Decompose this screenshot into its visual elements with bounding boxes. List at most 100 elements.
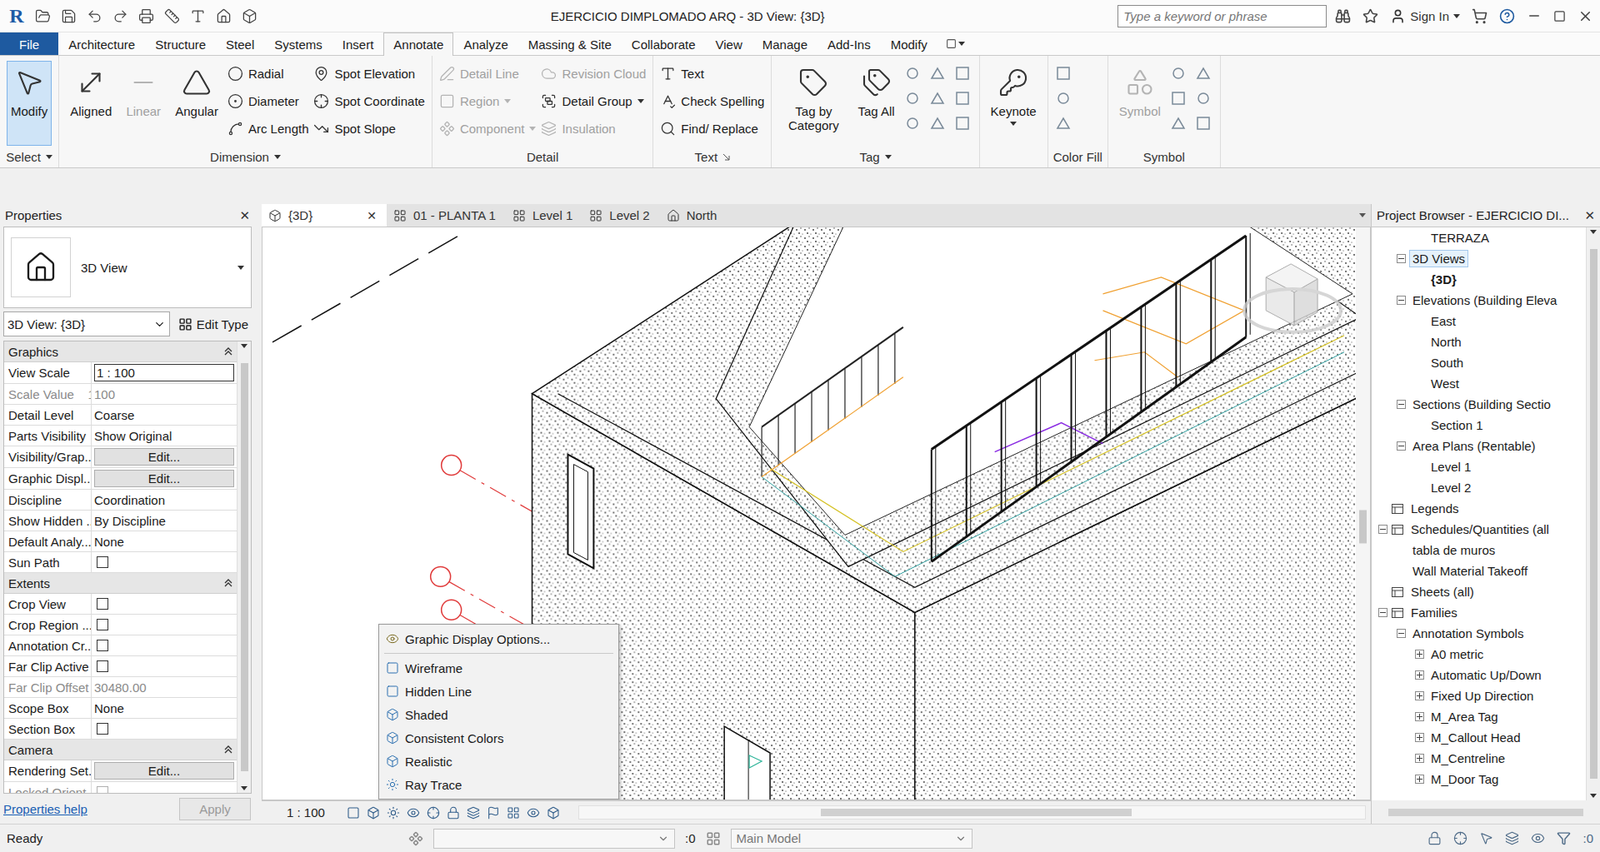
ribbon-big-button[interactable]: Tag by Category — [778, 60, 849, 146]
quick-access-icon[interactable] — [215, 8, 232, 25]
view-control-icon[interactable] — [366, 806, 380, 820]
ribbon-panel-title[interactable]: Select — [0, 145, 59, 168]
ribbon-toggle[interactable] — [937, 32, 974, 55]
property-input[interactable]: 1 : 100 — [94, 364, 235, 382]
ribbon-tab[interactable]: Modify — [880, 32, 938, 55]
selection-icon[interactable] — [1530, 831, 1545, 846]
menu-item[interactable]: Hidden Line — [379, 680, 619, 704]
expander-icon[interactable] — [1415, 733, 1425, 743]
tree-item[interactable]: Wall Material Takeoff — [1371, 560, 1586, 582]
tool-icon[interactable] — [954, 90, 971, 107]
tool-icon[interactable] — [904, 115, 921, 132]
ribbon-tab[interactable]: Analyze — [453, 32, 518, 55]
ribbon-tab[interactable]: Annotate — [383, 32, 454, 56]
view-control-icon[interactable] — [466, 806, 480, 820]
expander-icon[interactable] — [1415, 233, 1425, 243]
minimize-icon[interactable] — [1526, 8, 1542, 24]
tree-item[interactable]: {3D} — [1371, 269, 1586, 290]
menu-item[interactable]: Realistic — [379, 750, 619, 774]
expander-icon[interactable] — [1415, 420, 1425, 430]
close-button[interactable]: ✕ — [239, 208, 250, 224]
design-options-icon[interactable] — [705, 831, 721, 847]
view-tab[interactable]: North — [660, 204, 728, 227]
tree-item[interactable]: Schedules/Quantities (all — [1371, 519, 1586, 540]
design-option-field[interactable]: Main Model — [730, 829, 973, 850]
property-row[interactable]: Locked Orient... — [4, 782, 237, 794]
tool-icon[interactable] — [929, 115, 946, 132]
property-row[interactable]: Far Clip Active — [4, 656, 237, 678]
expander-icon[interactable] — [1415, 650, 1425, 660]
worksets-icon[interactable] — [408, 831, 424, 847]
view-control-icon[interactable] — [486, 806, 500, 820]
tree-item[interactable]: Level 1 — [1371, 456, 1586, 478]
expander-icon[interactable] — [1378, 504, 1388, 514]
checkbox[interactable] — [96, 723, 109, 735]
property-row[interactable]: Section Box — [4, 719, 237, 740]
ribbon-big-button[interactable]: Symbol — [1115, 60, 1165, 146]
tree-item[interactable]: Sheets (all) — [1371, 581, 1586, 603]
tool-icon[interactable] — [1195, 90, 1212, 107]
property-row[interactable]: Crop View — [4, 594, 237, 615]
checkbox[interactable] — [96, 640, 109, 652]
tool-icon[interactable] — [1055, 90, 1072, 107]
ribbon-panel-title[interactable]: Detail — [432, 145, 653, 168]
quick-access-icon[interactable] — [35, 8, 51, 25]
expander-icon[interactable] — [1378, 587, 1388, 597]
ribbon-small-button[interactable]: Text — [660, 60, 765, 86]
expander-icon[interactable] — [1415, 379, 1425, 389]
expander-icon[interactable] — [1396, 545, 1406, 555]
expander-icon[interactable] — [1396, 629, 1406, 639]
property-row[interactable]: Show Hidden ...By Discipline — [4, 510, 237, 532]
tree-item[interactable]: Area Plans (Rentable) — [1371, 435, 1586, 457]
tree-item[interactable]: North — [1371, 331, 1586, 353]
quick-access-icon[interactable] — [241, 8, 258, 25]
property-row[interactable]: Detail LevelCoarse — [4, 405, 237, 426]
quick-access-icon[interactable] — [164, 8, 180, 25]
view-control-icon[interactable] — [446, 806, 460, 820]
menu-item[interactable]: Shaded — [379, 703, 619, 727]
expander-icon[interactable] — [1396, 295, 1406, 305]
ribbon-small-button[interactable]: Spot Coordinate — [313, 88, 425, 114]
property-row[interactable]: Sun Path — [4, 552, 237, 574]
quick-access-icon[interactable] — [86, 8, 103, 25]
ribbon-tab[interactable]: View — [705, 32, 753, 55]
property-row[interactable]: Scope BoxNone — [4, 698, 237, 720]
tree-item[interactable]: TERRAZA — [1371, 227, 1586, 249]
close-tab-button[interactable]: ✕ — [355, 209, 377, 223]
help-icon[interactable] — [1499, 8, 1515, 25]
browser-scrollbar[interactable] — [1371, 800, 1600, 825]
ribbon-panel-title[interactable]: Text — [653, 145, 771, 168]
edit-button[interactable]: Edit... — [94, 762, 235, 780]
expander-icon[interactable] — [1396, 566, 1406, 576]
ribbon-tab[interactable]: Insert — [332, 32, 385, 55]
ribbon-tab[interactable]: Manage — [752, 32, 818, 55]
ribbon-small-button[interactable]: Check Spelling — [660, 88, 765, 114]
view-tab[interactable]: 01 - PLANTA 1 — [386, 204, 506, 227]
app-logo[interactable]: R — [6, 5, 27, 28]
checkbox[interactable] — [96, 660, 109, 673]
tree-item[interactable]: Section 1 — [1371, 415, 1586, 436]
ribbon-small-button[interactable]: Component — [439, 115, 537, 141]
tool-icon[interactable] — [1195, 115, 1212, 132]
tree-item[interactable]: Elevations (Building Eleva — [1371, 290, 1586, 311]
tree-item[interactable]: M_Door Tag — [1371, 769, 1586, 790]
selection-icon[interactable] — [1453, 831, 1468, 846]
expander-icon[interactable] — [1396, 400, 1406, 410]
ribbon-big-button[interactable]: Tag All — [853, 60, 899, 146]
tool-icon[interactable] — [1170, 90, 1187, 107]
property-group[interactable]: Graphics — [4, 341, 237, 363]
tree-item[interactable]: Level 2 — [1371, 477, 1586, 499]
star-icon[interactable] — [1362, 8, 1379, 25]
expander-icon[interactable] — [1415, 462, 1425, 472]
expander-icon[interactable] — [1415, 691, 1425, 701]
ribbon-small-button[interactable]: Insulation — [540, 115, 646, 141]
expander-icon[interactable] — [1396, 254, 1406, 264]
expander-icon[interactable] — [1378, 608, 1388, 618]
scrollbar[interactable] — [1585, 227, 1600, 801]
expander-icon[interactable] — [1415, 337, 1425, 347]
property-row[interactable]: Far Clip Offset30480.00 — [4, 677, 237, 699]
filter-icon[interactable] — [1556, 831, 1571, 846]
property-row[interactable]: Annotation Cr... — [4, 635, 237, 657]
view-control-icon[interactable] — [386, 806, 400, 820]
ribbon-big-button[interactable]: Aligned — [65, 60, 116, 146]
